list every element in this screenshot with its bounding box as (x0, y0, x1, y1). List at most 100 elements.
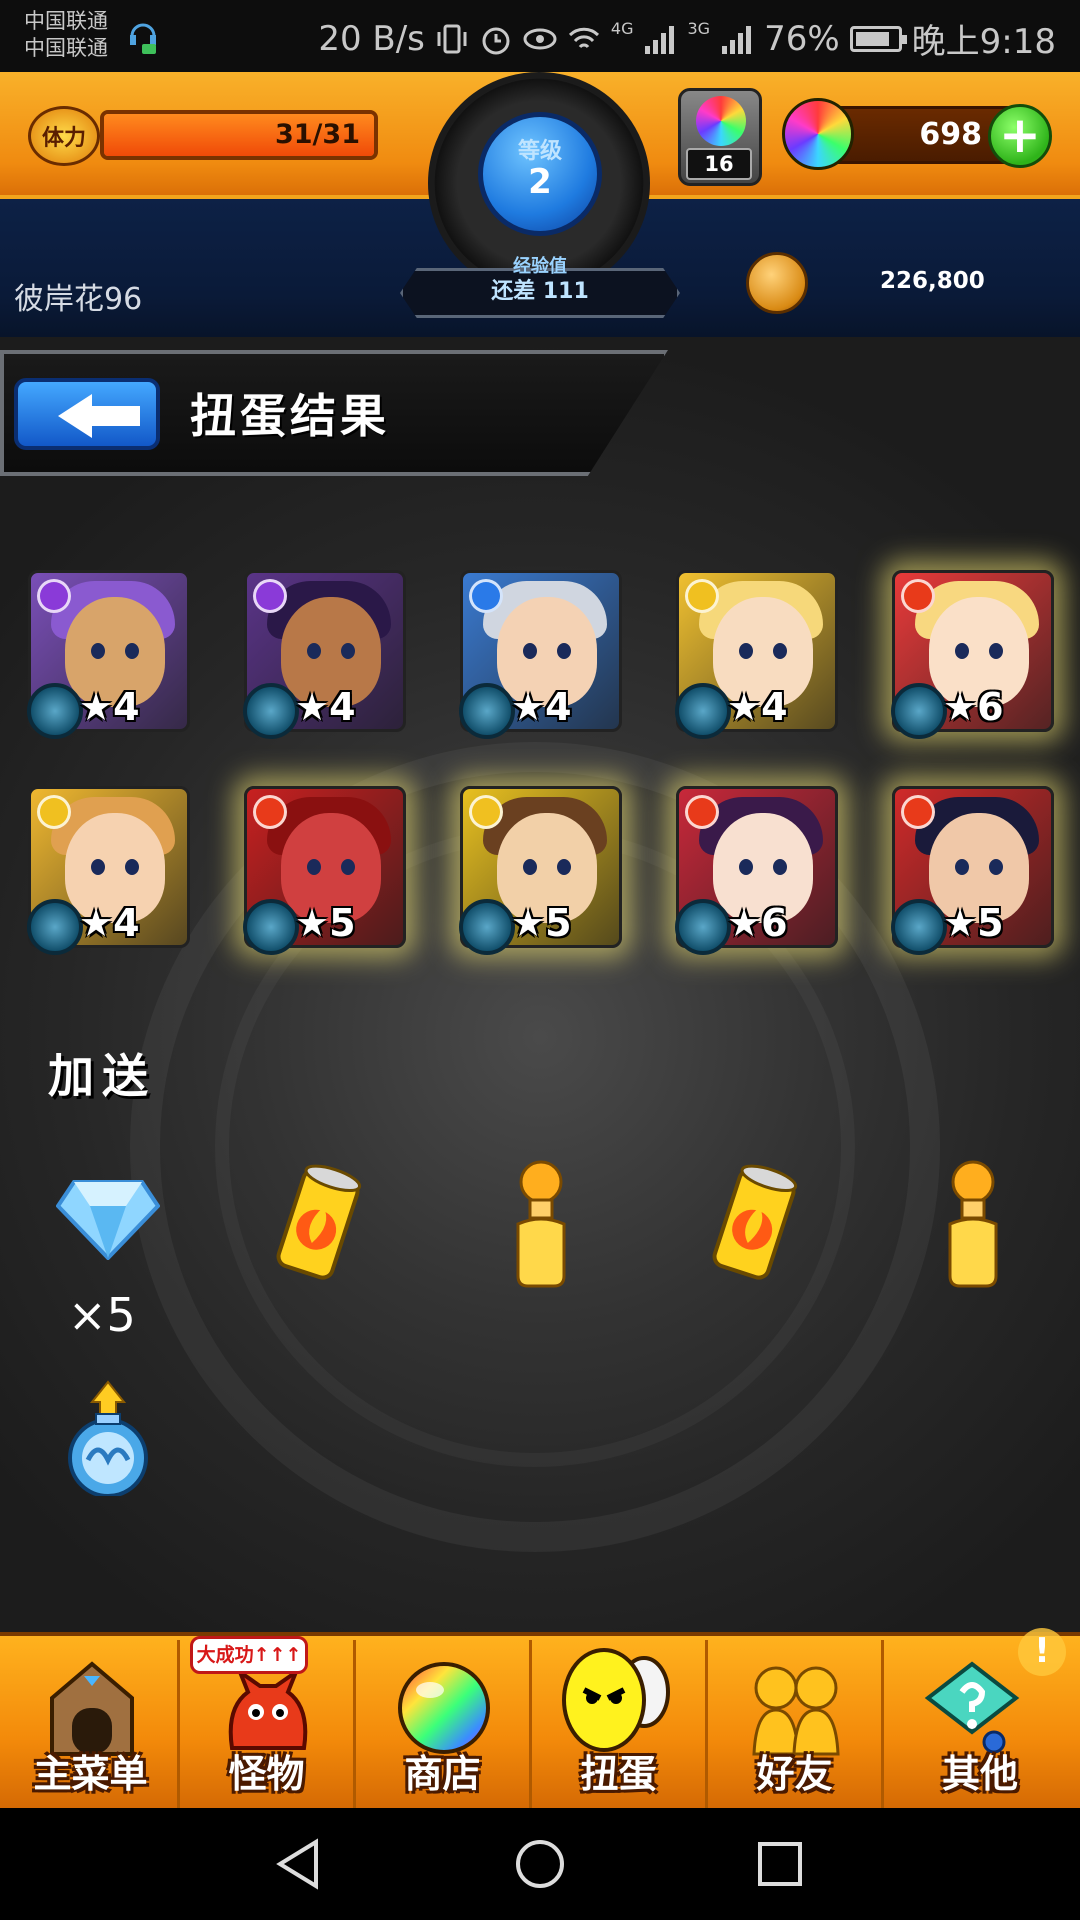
nav-shop[interactable]: 商店 (356, 1640, 532, 1808)
luck-badge-icon (891, 899, 947, 955)
fire-element-icon (901, 579, 935, 613)
monster-rarity: ★6 (727, 901, 788, 945)
monster-result-5[interactable]: ★6 (891, 570, 1054, 739)
battery-icon (849, 25, 907, 52)
monster-result-7[interactable]: ★5 (243, 786, 406, 955)
headset-icon (130, 23, 156, 54)
monster-rarity: ★5 (511, 901, 572, 945)
rank-value: 2 (528, 162, 552, 202)
carrier-2: 中国联通 (24, 36, 108, 60)
battery-percent: 76% (764, 18, 840, 59)
nav-gacha[interactable]: 扭蛋 (532, 1640, 708, 1808)
luck-badge-icon (243, 683, 299, 739)
back-arrow-shaft (90, 406, 140, 426)
bonus-title: 加送 (48, 1049, 156, 1103)
diamond-count: ×5 (68, 1288, 136, 1342)
monster-rarity: ★4 (727, 685, 788, 729)
network-3g-label: 3G (687, 19, 711, 38)
vibrate-icon (437, 24, 467, 53)
xp-remaining: 还差 111 (491, 279, 589, 304)
network-4g-label: 4G (610, 19, 634, 38)
fire-element-icon (253, 795, 287, 829)
luck-badge-icon (675, 683, 731, 739)
monster-result-10[interactable]: ★5 (891, 786, 1054, 955)
carrier-names: 中国联通 中国联通 (24, 8, 108, 62)
page-title: 扭蛋结果 (190, 389, 390, 443)
back-button[interactable] (14, 378, 160, 450)
signal-icon-1 (645, 25, 675, 54)
winged-potion-icon[interactable] (62, 1380, 154, 1496)
recents-square-icon[interactable] (752, 1836, 808, 1892)
dark-element-icon (253, 579, 287, 613)
monster-rarity: ★5 (295, 901, 356, 945)
monster-rarity: ★5 (943, 901, 1004, 945)
nav-friends[interactable]: 好友 (708, 1640, 884, 1808)
luck-badge-icon (27, 899, 83, 955)
luck-badge-icon (243, 899, 299, 955)
nav-shop-label: 商店 (404, 1752, 481, 1796)
luck-badge-icon (891, 683, 947, 739)
monster-rarity: ★6 (943, 685, 1004, 729)
wifi-icon (568, 27, 599, 48)
monster-rarity: ★4 (295, 685, 356, 729)
add-gems-button[interactable]: + (988, 104, 1052, 168)
bottle-icon-2[interactable] (938, 1160, 1008, 1290)
net-speed: 20 B/s (318, 18, 425, 59)
home-circle-icon[interactable] (512, 1836, 568, 1892)
luck-badge-icon (459, 899, 515, 955)
dark-element-icon (37, 579, 71, 613)
monster-result-2[interactable]: ★4 (243, 570, 406, 739)
back-triangle-icon[interactable] (272, 1836, 328, 1892)
light-element-icon (685, 579, 719, 613)
gold-amount: 226,800 (880, 268, 985, 294)
fire-element-icon (901, 795, 935, 829)
monster-result-1[interactable]: ★4 (27, 570, 190, 739)
rank-badge[interactable]: 等级 2 (478, 112, 602, 236)
fire-element-icon (685, 795, 719, 829)
light-element-icon (469, 795, 503, 829)
eye-icon (523, 28, 557, 49)
main-background (0, 337, 1080, 1632)
stamina-badge: 体力 (28, 106, 100, 166)
fire-can-icon-1[interactable] (268, 1160, 368, 1288)
luck-badge-icon (27, 683, 83, 739)
signal-icon-2 (722, 25, 752, 54)
light-element-icon (37, 795, 71, 829)
system-nav-bar (0, 1808, 1080, 1920)
nav-gacha-label: 扭蛋 (580, 1752, 657, 1796)
promo-tag: 大成功↑↑↑ (190, 1636, 308, 1674)
bottle-icon-1[interactable] (506, 1160, 576, 1290)
orb-stock-icon (696, 96, 746, 146)
status-bar: 中国联通 中国联通 20 B/s 4G 3G 76% 晚上9:18 (0, 0, 1080, 72)
alert-badge[interactable]: ! (1018, 1628, 1066, 1676)
stamina-value: 31/31 (274, 119, 360, 150)
alarm-icon (482, 27, 510, 54)
nav-main-menu-label: 主菜单 (33, 1752, 148, 1796)
water-element-icon (469, 579, 503, 613)
nav-monsters-label: 怪物 (228, 1752, 305, 1796)
gacha-egg-icon (562, 1648, 670, 1752)
monster-rarity: ★4 (79, 901, 140, 945)
fire-can-icon-2[interactable] (704, 1160, 804, 1288)
rainbow-gem-icon (782, 98, 854, 170)
rank-label: 等级 (517, 139, 562, 164)
monster-result-9[interactable]: ★6 (675, 786, 838, 955)
nav-main-menu[interactable]: 主菜单 (4, 1640, 180, 1808)
diamond-icon[interactable] (56, 1180, 160, 1260)
monster-result-3[interactable]: ★4 (459, 570, 622, 739)
luck-badge-icon (459, 683, 515, 739)
monster-result-6[interactable]: ★4 (27, 786, 190, 955)
monster-result-4[interactable]: ★4 (675, 570, 838, 739)
status-icons: 20 B/s 4G 3G 76% 晚上9:18 (318, 14, 1056, 63)
monster-rarity: ★4 (79, 685, 140, 729)
nav-friends-label: 好友 (756, 1752, 833, 1796)
carrier-1: 中国联通 (24, 9, 108, 33)
orb-stock-count: 16 (686, 148, 752, 180)
nav-other-label: 其他 (941, 1752, 1018, 1796)
clock: 晚上9:18 (911, 22, 1056, 62)
luck-badge-icon (675, 899, 731, 955)
gold-coin-icon (746, 252, 808, 314)
monster-result-8[interactable]: ★5 (459, 786, 622, 955)
monster-rarity: ★4 (511, 685, 572, 729)
gem-count: 698 (919, 117, 982, 152)
